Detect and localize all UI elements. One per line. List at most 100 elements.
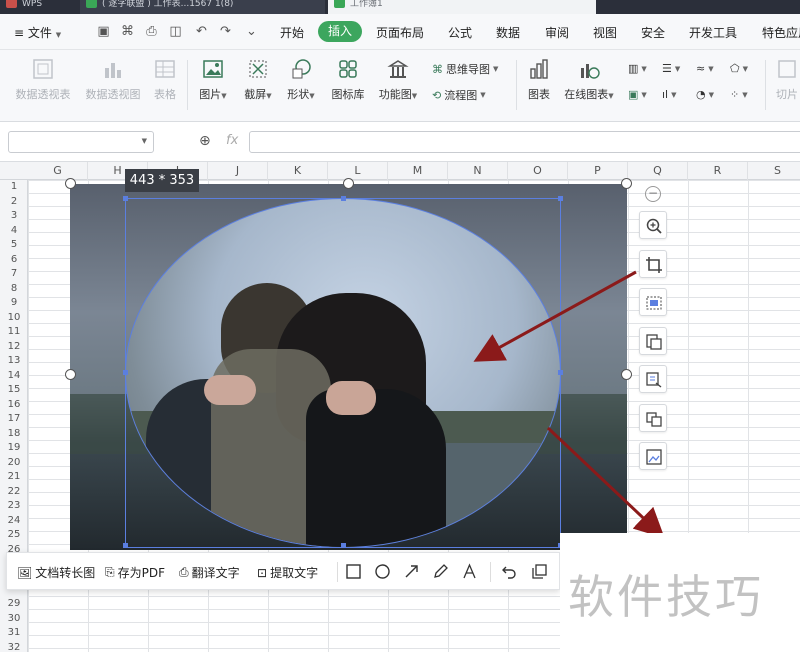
row-header[interactable]: 9: [0, 296, 28, 309]
row-header[interactable]: 15: [0, 383, 28, 396]
slicer-button[interactable]: 切片: [772, 58, 800, 102]
menu-start[interactable]: 开始: [280, 24, 304, 41]
collapse-icon[interactable]: −: [645, 186, 661, 202]
image-combine-button[interactable]: [639, 442, 667, 470]
formula-input[interactable]: [249, 131, 800, 153]
row-header[interactable]: 30: [0, 612, 28, 625]
row-header[interactable]: 16: [0, 398, 28, 411]
picture-to-pdf-button[interactable]: [639, 327, 667, 355]
flowchart-button[interactable]: ⟲ 流程图 ▼: [432, 87, 486, 103]
pen-icon[interactable]: [432, 563, 449, 580]
column-header[interactable]: S: [748, 162, 800, 180]
row-header[interactable]: 32: [0, 641, 28, 652]
shape-button[interactable]: 形状▼: [284, 58, 318, 102]
crop-fit-button[interactable]: [639, 288, 667, 316]
table-button[interactable]: 表格: [150, 58, 180, 102]
row-header[interactable]: 22: [0, 485, 28, 498]
row-header[interactable]: 29: [0, 597, 28, 610]
icon-library-button[interactable]: 图标库: [330, 58, 366, 102]
text-icon[interactable]: [461, 563, 478, 580]
row-header[interactable]: 3: [0, 209, 28, 222]
save-icon[interactable]: ▣: [96, 24, 111, 39]
inserted-picture[interactable]: [70, 184, 627, 550]
column-header[interactable]: L: [328, 162, 388, 180]
customize-icon[interactable]: ⌄: [244, 24, 259, 39]
row-header[interactable]: 13: [0, 354, 28, 367]
save-as-pdf-button[interactable]: ⎘ 存为PDF: [105, 564, 165, 581]
row-header[interactable]: 2: [0, 195, 28, 208]
crop-handle[interactable]: [123, 543, 128, 548]
column-header[interactable]: N: [448, 162, 508, 180]
crop-handle[interactable]: [123, 196, 128, 201]
area-chart-button[interactable]: ▣ ▼: [628, 88, 647, 101]
row-header[interactable]: 25: [0, 528, 28, 541]
column-header[interactable]: M: [388, 162, 448, 180]
function-chart-button[interactable]: 功能图▼: [376, 58, 420, 102]
row-header[interactable]: 19: [0, 441, 28, 454]
radar-chart-button[interactable]: ⬠ ▼: [730, 62, 748, 75]
pie-chart-button[interactable]: ◔ ▼: [696, 88, 714, 101]
zoom-in-button[interactable]: [639, 211, 667, 239]
row-header[interactable]: 6: [0, 253, 28, 266]
line-chart-button[interactable]: ≈ ▼: [696, 62, 714, 75]
arrow-icon[interactable]: [403, 563, 420, 580]
online-chart-button[interactable]: 在线图表▼: [560, 58, 618, 102]
column-header[interactable]: G: [28, 162, 88, 180]
menu-data[interactable]: 数据: [496, 24, 520, 41]
doc-to-long-image-button[interactable]: 🖼 文档转长图: [17, 564, 95, 581]
row-header[interactable]: 18: [0, 427, 28, 440]
menu-view[interactable]: 视图: [593, 24, 617, 41]
row-header[interactable]: 7: [0, 267, 28, 280]
resize-handle-top-right[interactable]: [621, 178, 632, 189]
picture-button[interactable]: 图片▼: [196, 58, 230, 102]
format-painter-icon[interactable]: ⌘: [120, 24, 135, 39]
undo-icon[interactable]: ↶: [194, 24, 209, 39]
row-header[interactable]: 20: [0, 456, 28, 469]
menu-security[interactable]: 安全: [641, 24, 665, 41]
screenshot-button[interactable]: 截屏▼: [240, 58, 276, 102]
resize-handle-right[interactable]: [621, 369, 632, 380]
column-chart-button[interactable]: ▥ ▼: [628, 62, 647, 75]
copy-icon[interactable]: [531, 563, 548, 580]
chart-button[interactable]: 图表: [524, 58, 554, 102]
row-header[interactable]: 11: [0, 325, 28, 338]
scatter-chart-button[interactable]: ⁘ ▼: [730, 88, 748, 101]
column-header[interactable]: O: [508, 162, 568, 180]
tab-document[interactable]: ( 逐字联盟 ) 工作表...1567 1(8): [80, 0, 325, 14]
column-header[interactable]: Q: [628, 162, 688, 180]
row-header[interactable]: 24: [0, 514, 28, 527]
menu-review[interactable]: 审阅: [545, 24, 569, 41]
row-header[interactable]: 10: [0, 311, 28, 324]
crop-handle[interactable]: [123, 370, 128, 375]
menu-featured[interactable]: 特色应用: [762, 24, 800, 41]
crop-handle[interactable]: [558, 370, 563, 375]
crop-handle[interactable]: [558, 196, 563, 201]
print-icon[interactable]: ⎙: [144, 24, 159, 39]
redo-icon[interactable]: ↷: [218, 24, 233, 39]
menu-page-layout[interactable]: 页面布局: [376, 24, 424, 41]
extract-text-button[interactable]: ⊡ 提取文字: [257, 564, 318, 581]
pivot-chart-button[interactable]: 数据透视图: [82, 58, 144, 102]
row-header[interactable]: 4: [0, 224, 28, 237]
column-header[interactable]: R: [688, 162, 748, 180]
row-header[interactable]: 31: [0, 626, 28, 639]
column-header[interactable]: K: [268, 162, 328, 180]
undo-icon[interactable]: [501, 563, 518, 580]
menu-developer[interactable]: 开发工具: [689, 24, 737, 41]
print-preview-icon[interactable]: ◫: [168, 24, 183, 39]
translate-picture-button[interactable]: [639, 365, 667, 393]
row-header[interactable]: 1: [0, 180, 28, 193]
tab-wps[interactable]: WPS: [0, 0, 74, 14]
ellipse-crop-region[interactable]: [125, 198, 561, 548]
crop-handle[interactable]: [341, 543, 346, 548]
name-box[interactable]: ▼: [8, 131, 154, 153]
row-header[interactable]: 8: [0, 282, 28, 295]
circle-icon[interactable]: [374, 563, 391, 580]
column-header[interactable]: J: [208, 162, 268, 180]
stock-chart-button[interactable]: ıl ▼: [662, 88, 677, 101]
row-header[interactable]: 12: [0, 340, 28, 353]
bar-chart-button[interactable]: ☰ ▼: [662, 62, 680, 75]
crop-button[interactable]: [639, 250, 667, 278]
file-menu[interactable]: ≡ 文件 ▼: [14, 24, 61, 41]
image-compare-button[interactable]: [639, 404, 667, 432]
